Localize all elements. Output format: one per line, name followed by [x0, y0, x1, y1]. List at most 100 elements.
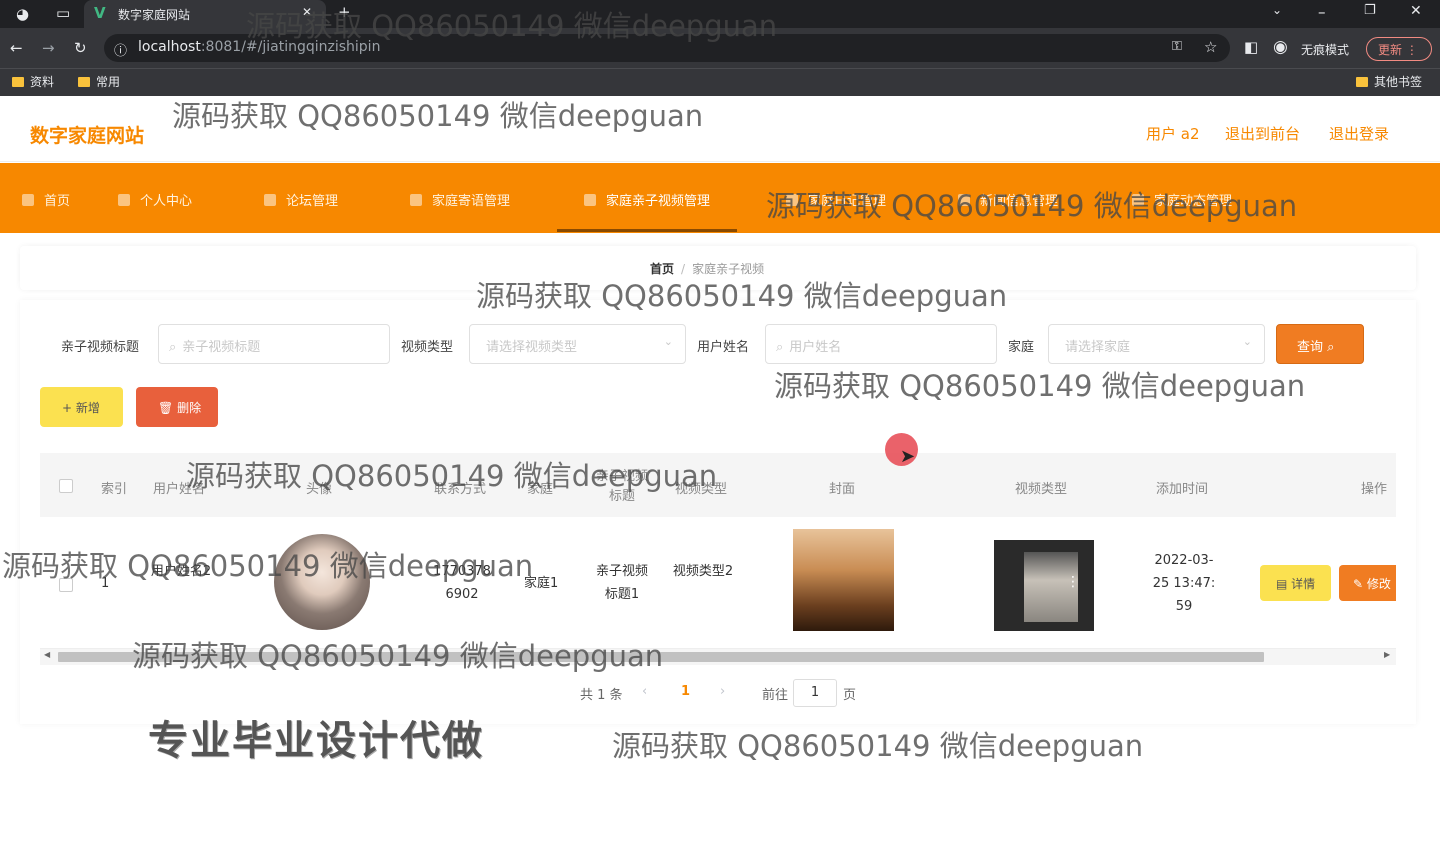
- update-button[interactable]: 更新 ⋮: [1366, 37, 1432, 61]
- browser-tab-title: 数字家庭网站: [118, 8, 191, 22]
- window-close-icon[interactable]: ✕: [1410, 3, 1422, 19]
- new-tab-icon[interactable]: +: [338, 3, 351, 21]
- column-header-avatar[interactable]: 头像: [306, 478, 332, 497]
- pager-total: 共 1 条: [580, 688, 623, 703]
- page-jump-input[interactable]: 1: [793, 679, 837, 707]
- delete-button[interactable]: 🗑 删除: [136, 387, 218, 427]
- more-vertical-icon[interactable]: ⋮: [1066, 574, 1080, 590]
- add-button[interactable]: + 新增: [40, 387, 123, 427]
- scroll-left-icon[interactable]: ◀: [44, 650, 50, 659]
- mouse-cursor-icon: ➤: [900, 446, 916, 467]
- family-select[interactable]: 请选择家庭 ⌄: [1048, 324, 1265, 364]
- site-logo[interactable]: 数字家庭网站: [30, 121, 144, 148]
- column-header-user[interactable]: 用户姓名: [153, 478, 205, 497]
- folder-icon: [1356, 77, 1368, 87]
- trash-icon: 🗑: [158, 401, 174, 415]
- breadcrumb-home[interactable]: 首页: [650, 262, 674, 276]
- scrollbar-thumb[interactable]: [58, 652, 1264, 662]
- profile-icon[interactable]: ◕: [16, 5, 29, 23]
- nav-item-diary[interactable]: 家庭日记管理: [786, 190, 886, 209]
- incognito-label: 无痕模式: [1301, 43, 1350, 57]
- nav-item-messages[interactable]: 家庭寄语管理: [410, 190, 510, 209]
- breadcrumb-current: 家庭亲子视频: [692, 262, 765, 276]
- bookmark-star-icon[interactable]: ☆: [1204, 38, 1217, 56]
- column-header-time[interactable]: 添加时间: [1156, 478, 1208, 497]
- pager-goto-label: 前往: [762, 688, 789, 703]
- tab-search-icon[interactable]: ▭: [56, 4, 70, 22]
- search-button[interactable]: 查询 ⌕: [1276, 324, 1364, 364]
- side-panel-icon[interactable]: ◧: [1244, 38, 1258, 56]
- forward-icon[interactable]: →: [42, 39, 55, 57]
- other-bookmarks[interactable]: 其他书签: [1356, 73, 1422, 90]
- forum-icon: [264, 194, 276, 206]
- plus-icon: +: [62, 401, 73, 415]
- scroll-right-icon[interactable]: ▶: [1384, 650, 1390, 659]
- video-type-select[interactable]: 请选择视频类型 ⌄: [469, 324, 686, 364]
- cell-title: 亲子视频标题1: [595, 564, 648, 602]
- reload-icon[interactable]: ↻: [74, 39, 87, 57]
- column-header-index[interactable]: 索引: [101, 478, 127, 497]
- home-icon: [22, 194, 34, 206]
- bookmarks-bar: [0, 68, 1440, 96]
- promo-banner: 专业毕业设计代做: [148, 718, 484, 764]
- next-page-icon[interactable]: ›: [720, 684, 725, 699]
- column-header-video[interactable]: 视频类型: [1015, 478, 1067, 497]
- user-avatar: [274, 534, 370, 630]
- user-icon: [118, 194, 130, 206]
- column-header-title[interactable]: 亲子视频标题: [592, 467, 652, 507]
- column-header-contact[interactable]: 联系方式: [434, 478, 486, 497]
- back-icon[interactable]: ←: [10, 39, 23, 57]
- cell-contact: 17703786902: [433, 564, 491, 602]
- nav-item-home[interactable]: 首页: [22, 190, 70, 209]
- pager-unit: 页: [843, 688, 857, 703]
- nav-item-forum[interactable]: 论坛管理: [264, 190, 338, 209]
- breadcrumb: 首页 / 家庭亲子视频: [650, 260, 764, 277]
- key-icon[interactable]: ⚿: [1172, 39, 1182, 54]
- url-text[interactable]: localhost:8081/#/jiatingqinzishipin: [138, 39, 380, 55]
- cover-image: [793, 529, 894, 631]
- site-info-icon[interactable]: ⓘ: [114, 40, 127, 59]
- folder-icon: [12, 77, 24, 87]
- column-header-cover[interactable]: 封面: [829, 478, 855, 497]
- nav-item-videos[interactable]: 家庭亲子视频管理: [584, 190, 710, 209]
- select-all-checkbox[interactable]: [59, 479, 73, 493]
- prev-page-icon[interactable]: ‹: [642, 684, 647, 699]
- column-header-video-type[interactable]: 视频类型: [675, 478, 727, 497]
- search-icon: ⌕: [1327, 340, 1335, 355]
- cell-family: 家庭1: [524, 576, 559, 591]
- breadcrumb-separator: /: [681, 262, 686, 276]
- nav-item-personal[interactable]: 个人中心: [118, 190, 192, 209]
- bookmark-folder-ziliao[interactable]: 资料: [12, 73, 54, 90]
- close-tab-icon[interactable]: ✕: [302, 5, 312, 19]
- restore-icon[interactable]: ❐: [1364, 3, 1376, 18]
- nav-item-news[interactable]: 新闻信息管理: [958, 190, 1058, 209]
- pager-current[interactable]: 1: [681, 684, 690, 699]
- app-header: [0, 100, 1440, 162]
- minimize-icon[interactable]: –: [1318, 3, 1326, 21]
- back-to-front-link[interactable]: 退出到前台: [1225, 123, 1300, 144]
- user-search-input[interactable]: ⌕ 用户姓名: [765, 324, 997, 364]
- bookmark-folder-changyong[interactable]: 常用: [78, 73, 120, 90]
- incognito-icon: ◉: [1273, 37, 1288, 57]
- filter-family-label: 家庭: [1008, 340, 1035, 355]
- logout-link[interactable]: 退出登录: [1329, 123, 1389, 144]
- message-icon: [410, 194, 422, 206]
- document-icon: ▤: [1276, 577, 1288, 591]
- nav-active-indicator: [557, 229, 737, 232]
- video-icon: [584, 194, 596, 206]
- search-icon: ⌕: [169, 340, 177, 355]
- title-search-input[interactable]: ⌕ 亲子视频标题: [158, 324, 390, 364]
- detail-button[interactable]: ▤ 详情: [1260, 565, 1331, 601]
- chevron-down-icon: ⌄: [1242, 335, 1252, 348]
- vue-logo-icon: V: [94, 4, 106, 22]
- cell-time: 2022-03-25 13:47:59: [1152, 553, 1216, 614]
- chevron-down-icon: ⌄: [663, 335, 673, 348]
- diary-icon: [786, 194, 798, 206]
- edit-button[interactable]: ✎ 修改: [1339, 565, 1396, 601]
- folder-icon: [78, 77, 90, 87]
- tab-list-chevron-icon[interactable]: ⌄: [1272, 3, 1282, 17]
- row-checkbox[interactable]: [59, 578, 73, 592]
- nav-item-dynamics[interactable]: 家庭动态管理: [1132, 190, 1232, 209]
- edit-icon: ✎: [1353, 577, 1364, 591]
- column-header-family[interactable]: 家庭: [527, 478, 553, 497]
